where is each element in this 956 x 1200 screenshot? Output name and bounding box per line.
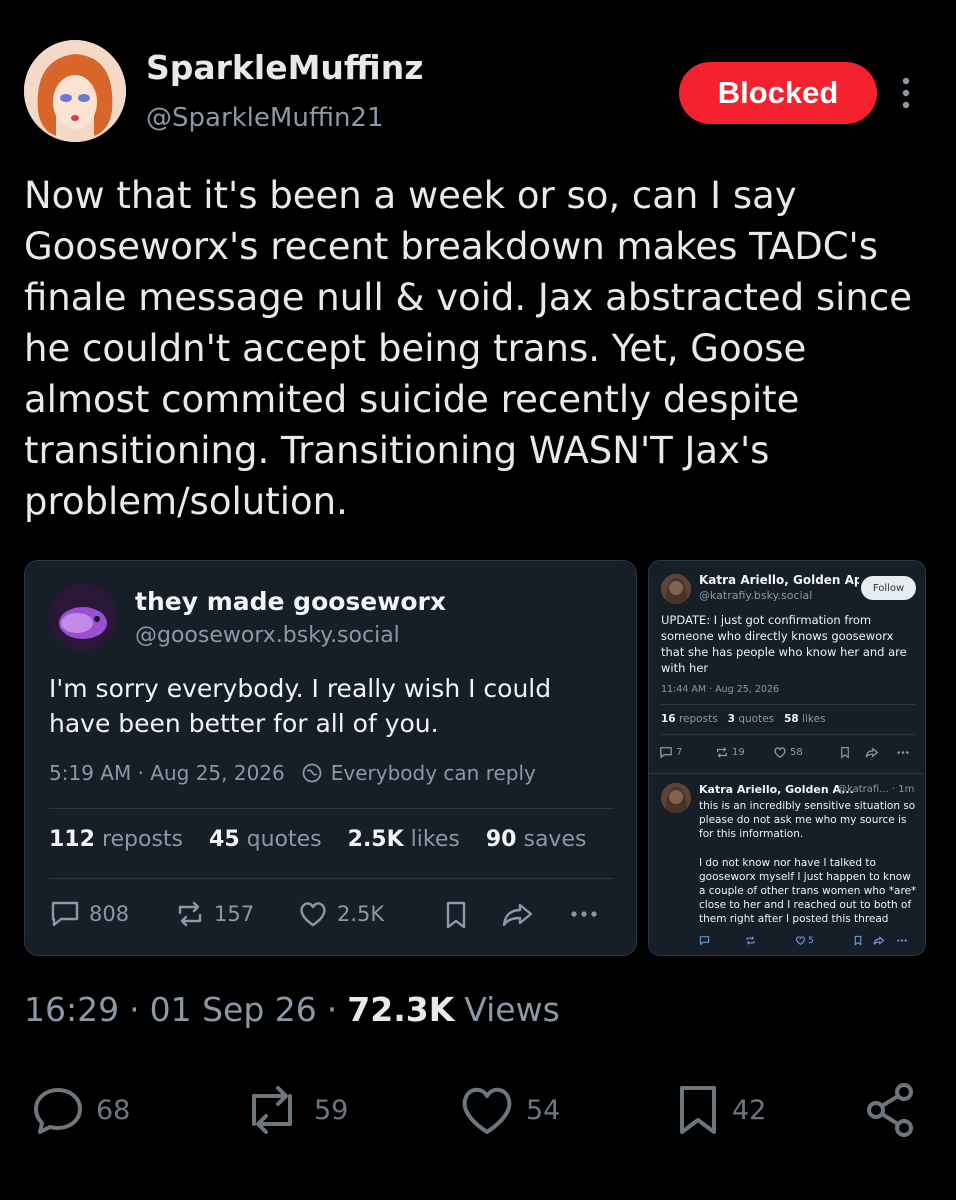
bookmark-icon bbox=[674, 1082, 722, 1138]
reply-avatar bbox=[661, 783, 691, 813]
reply-icon bbox=[49, 899, 81, 929]
thread-stats: 16 reposts 3 quotes 58 likes bbox=[661, 713, 826, 725]
reply-icon: 7 bbox=[659, 746, 682, 759]
more-icon bbox=[895, 935, 909, 949]
heart-icon bbox=[458, 1082, 516, 1138]
share-icon bbox=[862, 1082, 922, 1138]
bookmark-button[interactable]: 42 bbox=[674, 1082, 766, 1138]
bookmark-icon bbox=[442, 899, 470, 931]
embedded-action-bar: 808 157 2.5K bbox=[49, 899, 609, 935]
repost-icon bbox=[240, 1082, 304, 1138]
separator: · bbox=[326, 990, 338, 1029]
thread-author-handle: @katrafiy.bsky.social bbox=[699, 589, 813, 602]
embedded-post-time: 5:19 AM · Aug 25, 2026 bbox=[49, 761, 285, 785]
avatar[interactable] bbox=[24, 40, 126, 142]
bookmark-icon bbox=[853, 935, 863, 949]
tweet-text: Now that it's been a week or so, can I s… bbox=[24, 174, 924, 523]
reply-button[interactable]: 68 bbox=[30, 1082, 130, 1138]
bookmark-count: 42 bbox=[732, 1094, 767, 1126]
embedded-like: 2.5K bbox=[297, 899, 384, 929]
like-button[interactable]: 54 bbox=[458, 1082, 560, 1138]
embedded-display-name: they made gooseworx bbox=[135, 587, 446, 616]
heart-icon: 5 bbox=[795, 935, 814, 946]
follow-button: Follow bbox=[861, 576, 916, 600]
repost-icon bbox=[174, 899, 206, 929]
thread-post-text: UPDATE: I just got confirmation from som… bbox=[661, 613, 907, 675]
bookmark-icon bbox=[839, 746, 851, 762]
thread-avatar bbox=[661, 574, 691, 604]
divider bbox=[649, 773, 925, 774]
globe-icon bbox=[301, 762, 323, 784]
divider bbox=[49, 878, 614, 879]
heart-icon bbox=[297, 899, 329, 929]
reply-author-name: Katra Ariello, Golden A... bbox=[699, 783, 854, 796]
action-bar: 68 59 54 42 bbox=[0, 1076, 956, 1146]
display-name[interactable]: SparkleMuffinz bbox=[146, 48, 423, 87]
thread-stat-quotes: 3 quotes bbox=[727, 713, 775, 725]
stat-saves: 90 saves bbox=[485, 827, 587, 852]
thread-author-name: Katra Ariello, Golden Apple A... bbox=[699, 573, 859, 587]
share-icon bbox=[501, 899, 535, 929]
separator: · bbox=[129, 990, 140, 1029]
thread-stat-likes: 58 likes bbox=[784, 713, 826, 725]
repost-icon: 19 bbox=[715, 746, 745, 759]
reply-icon bbox=[699, 935, 710, 949]
reply-meta: @katrafi... · 1m bbox=[837, 784, 915, 795]
more-icon bbox=[895, 746, 911, 762]
views-label: Views bbox=[464, 990, 560, 1029]
thread-stat-reposts: 16 reposts bbox=[661, 713, 718, 725]
like-count: 54 bbox=[526, 1094, 561, 1126]
share-icon bbox=[873, 935, 885, 949]
embedded-repost: 157 bbox=[174, 899, 254, 929]
reply-setting: Everybody can reply bbox=[330, 761, 536, 785]
repost-count: 59 bbox=[314, 1094, 349, 1126]
more-icon bbox=[567, 899, 601, 929]
embedded-thread-image[interactable]: Katra Ariello, Golden Apple A... @katraf… bbox=[648, 560, 926, 956]
share-icon bbox=[865, 746, 879, 762]
stat-reposts: 112 reposts bbox=[49, 827, 184, 852]
views-count: 72.3K bbox=[347, 990, 455, 1029]
repost-icon bbox=[745, 935, 756, 949]
embedded-avatar bbox=[49, 583, 117, 651]
embedded-post-image[interactable]: they made gooseworx @gooseworx.bsky.soci… bbox=[24, 560, 637, 956]
share-button[interactable] bbox=[862, 1082, 922, 1138]
divider bbox=[661, 704, 915, 705]
embedded-post-text: I'm sorry everybody. I really wish I cou… bbox=[49, 674, 552, 738]
divider bbox=[49, 808, 614, 809]
reply-text-1: this is an incredibly sensitive situatio… bbox=[699, 800, 916, 840]
embedded-handle: @gooseworx.bsky.social bbox=[135, 623, 400, 648]
embedded-reply: 808 bbox=[49, 899, 129, 929]
reply-text-2: I do not know nor have I talked to goose… bbox=[699, 857, 917, 925]
reply-count: 68 bbox=[96, 1094, 131, 1126]
stat-likes: 2.5K likes bbox=[347, 827, 460, 852]
heart-icon: 58 bbox=[773, 746, 803, 759]
blocked-button[interactable]: Blocked bbox=[679, 62, 877, 124]
repost-button[interactable]: 59 bbox=[240, 1082, 348, 1138]
post-time: 16:29 bbox=[24, 990, 120, 1029]
divider bbox=[661, 734, 915, 735]
reply-icon bbox=[30, 1082, 86, 1138]
more-options-icon[interactable] bbox=[892, 72, 920, 116]
post-date: 01 Sep 26 bbox=[149, 990, 317, 1029]
username-handle[interactable]: @SparkleMuffin21 bbox=[146, 103, 384, 133]
embedded-post-meta: 5:19 AM · Aug 25, 2026 Everybody can rep… bbox=[49, 761, 536, 785]
embedded-stats: 112 reposts 45 quotes 2.5K likes 90 save… bbox=[49, 827, 586, 852]
post-meta: 16:29 · 01 Sep 26 · 72.3K Views bbox=[24, 990, 560, 1029]
stat-quotes: 45 quotes bbox=[209, 827, 322, 852]
thread-post-time: 11:44 AM · Aug 25, 2026 bbox=[661, 684, 780, 695]
